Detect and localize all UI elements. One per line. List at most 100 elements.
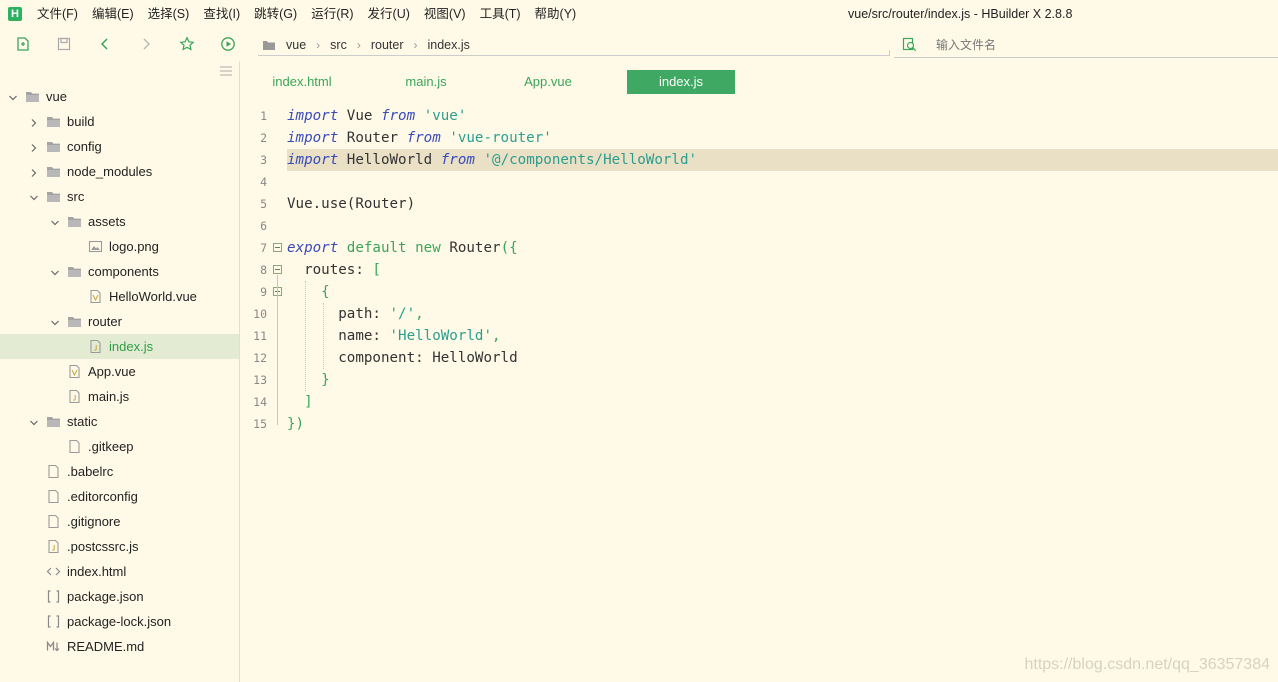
favorite-button[interactable] bbox=[177, 34, 197, 54]
tree-file[interactable]: package-lock.json bbox=[0, 609, 239, 634]
code-token: } bbox=[287, 372, 330, 388]
code-token: Vue.use(Router) bbox=[287, 196, 416, 212]
code-token: ({ bbox=[500, 240, 518, 256]
breadcrumb-item[interactable]: vue bbox=[286, 38, 306, 52]
code-token: '@/components/HelloWorld' bbox=[483, 152, 698, 168]
tree-folder[interactable]: config bbox=[0, 134, 239, 159]
chevron-down-icon[interactable] bbox=[50, 316, 60, 326]
code-text: path: '/', bbox=[287, 303, 423, 325]
code-token: from bbox=[440, 152, 475, 168]
code-line: 2 import Router from 'vue-router' bbox=[241, 127, 1278, 149]
breadcrumb-separator-icon: › bbox=[316, 37, 321, 52]
tree-file[interactable]: HelloWorld.vue bbox=[0, 284, 239, 309]
chevron-right-icon[interactable] bbox=[29, 116, 39, 127]
file-search-input[interactable] bbox=[936, 37, 1236, 52]
tree-file[interactable]: index.html bbox=[0, 559, 239, 584]
chevron-down-icon[interactable] bbox=[50, 216, 60, 226]
tree-folder[interactable]: vue bbox=[0, 84, 239, 109]
tree-file[interactable]: package.json bbox=[0, 584, 239, 609]
chevron-right-icon[interactable] bbox=[29, 166, 39, 177]
html-file-icon bbox=[46, 564, 61, 579]
tree-file[interactable]: index.js bbox=[0, 334, 239, 359]
editor-tab[interactable]: index.js bbox=[627, 70, 735, 94]
fold-toggle-icon[interactable] bbox=[273, 265, 282, 274]
menu-item[interactable]: 查找(I) bbox=[196, 0, 247, 28]
menu-item[interactable]: 视图(V) bbox=[417, 0, 473, 28]
menu-item[interactable]: 文件(F) bbox=[30, 0, 85, 28]
chevron-down-icon[interactable] bbox=[8, 91, 18, 101]
back-button[interactable] bbox=[95, 34, 115, 54]
new-file-button[interactable] bbox=[13, 34, 33, 54]
code-token: import bbox=[287, 152, 339, 168]
code-line: 8 routes: [ bbox=[241, 259, 1278, 281]
menu-item[interactable]: 选择(S) bbox=[141, 0, 197, 28]
folder-icon bbox=[46, 139, 61, 154]
tree-folder[interactable]: node_modules bbox=[0, 159, 239, 184]
forward-button[interactable] bbox=[136, 34, 156, 54]
code-line: 15}) bbox=[241, 413, 1278, 435]
chevron-down-icon[interactable] bbox=[50, 266, 60, 276]
breadcrumb-item[interactable]: router bbox=[371, 38, 404, 52]
image-file-icon bbox=[88, 239, 103, 254]
menu-item[interactable]: 跳转(G) bbox=[247, 0, 304, 28]
line-number: 5 bbox=[260, 197, 267, 211]
line-number: 2 bbox=[260, 131, 267, 145]
menu-item[interactable]: 帮助(Y) bbox=[528, 0, 584, 28]
tree-item-label: .gitignore bbox=[67, 514, 121, 529]
chevron-right-icon[interactable] bbox=[29, 141, 39, 152]
tree-folder[interactable]: components bbox=[0, 259, 239, 284]
code-text: import Vue from 'vue' bbox=[287, 105, 466, 127]
menu-item[interactable]: 工具(T) bbox=[473, 0, 528, 28]
tree-file[interactable]: .gitignore bbox=[0, 509, 239, 534]
editor-tab[interactable]: App.vue bbox=[489, 70, 607, 94]
code-token: import bbox=[287, 108, 339, 124]
editor-tab[interactable]: index.html bbox=[241, 70, 363, 94]
tree-file[interactable]: .gitkeep bbox=[0, 434, 239, 459]
code-line: 5 Vue.use(Router) bbox=[241, 193, 1278, 215]
tree-file[interactable]: .editorconfig bbox=[0, 484, 239, 509]
editor-tab[interactable]: main.js bbox=[363, 70, 489, 94]
menu-item[interactable]: 发行(U) bbox=[361, 0, 417, 28]
code-token: '/' bbox=[389, 306, 416, 322]
chevron-down-icon[interactable] bbox=[29, 191, 39, 201]
chevron-right-icon bbox=[143, 38, 151, 50]
tree-item-label: src bbox=[67, 189, 85, 204]
tree-item-label: components bbox=[88, 264, 159, 279]
code-token: export bbox=[287, 240, 339, 256]
tree-item-label: .babelrc bbox=[67, 464, 114, 479]
menu-item[interactable]: 编辑(E) bbox=[85, 0, 141, 28]
line-number: 3 bbox=[260, 153, 267, 167]
menu-item[interactable]: 运行(R) bbox=[304, 0, 360, 28]
code-line: 1 import Vue from 'vue' bbox=[241, 105, 1278, 127]
code-text: } bbox=[287, 369, 330, 391]
tree-file[interactable]: logo.png bbox=[0, 234, 239, 259]
tree-item-label: HelloWorld.vue bbox=[109, 289, 197, 304]
code-token: , bbox=[492, 328, 501, 344]
tree-item-label: build bbox=[67, 114, 95, 129]
hamburger-menu-icon[interactable] bbox=[220, 66, 232, 76]
tree-file[interactable]: README.md bbox=[0, 634, 239, 659]
tree-file[interactable]: .babelrc bbox=[0, 459, 239, 484]
code-token: { bbox=[287, 284, 330, 300]
save-button[interactable] bbox=[54, 34, 74, 54]
tree-file[interactable]: .postcssrc.js bbox=[0, 534, 239, 559]
file-search-icon bbox=[902, 37, 917, 52]
tree-folder[interactable]: router bbox=[0, 309, 239, 334]
code-token: }) bbox=[287, 416, 305, 432]
chevron-down-icon[interactable] bbox=[29, 416, 39, 426]
tree-folder[interactable]: static bbox=[0, 409, 239, 434]
tree-folder[interactable]: build bbox=[0, 109, 239, 134]
breadcrumb-item[interactable]: src bbox=[330, 38, 347, 52]
run-button[interactable] bbox=[218, 34, 238, 54]
tree-file[interactable]: main.js bbox=[0, 384, 239, 409]
folder-icon bbox=[46, 189, 61, 204]
folder-icon bbox=[262, 39, 276, 51]
tree-folder[interactable]: src bbox=[0, 184, 239, 209]
code-token: [ bbox=[372, 262, 381, 278]
tree-file[interactable]: App.vue bbox=[0, 359, 239, 384]
breadcrumb-item[interactable]: index.js bbox=[427, 38, 469, 52]
tree-folder[interactable]: assets bbox=[0, 209, 239, 234]
fold-toggle-icon[interactable] bbox=[273, 243, 282, 252]
code-line: 11 name: 'HelloWorld', bbox=[241, 325, 1278, 347]
line-number: 15 bbox=[253, 417, 267, 431]
